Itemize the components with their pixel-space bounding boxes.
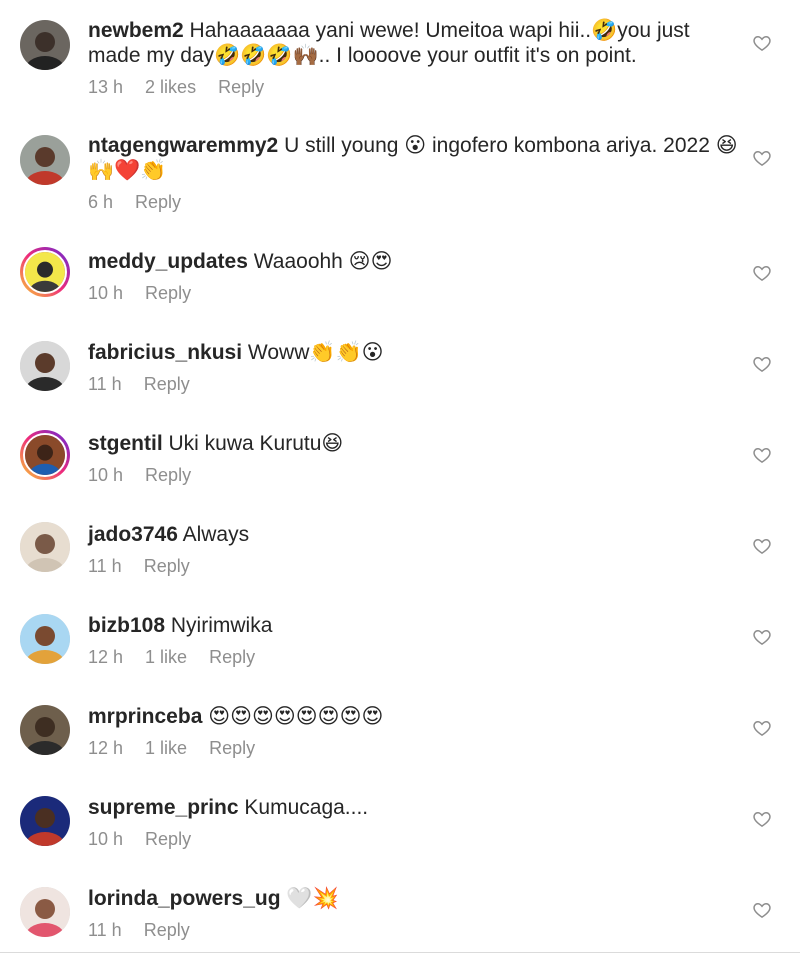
comment-username[interactable]: ntagengwaremmy2 (88, 134, 278, 157)
comment-timestamp: 12 h (88, 738, 124, 758)
comment-text-block: stgentil Uki kuwa Kurutu😆 (88, 431, 738, 456)
comment-username[interactable]: bizb108 (88, 614, 165, 637)
comment-meta: 11 h Reply (88, 556, 212, 577)
comment-timestamp: 10 h (88, 283, 124, 303)
comment-username[interactable]: mrprinceba (88, 705, 202, 728)
avatar[interactable] (20, 887, 70, 937)
comment-username[interactable]: lorinda_powers_ug (88, 887, 281, 910)
heart-outline-icon[interactable] (752, 718, 772, 738)
comment-body: Waaoohh 😢😍 (253, 250, 393, 273)
reply-button[interactable]: Reply (209, 738, 255, 759)
comment-username[interactable]: newbem2 (88, 19, 184, 42)
comment-meta: 6 h Reply (88, 192, 203, 213)
comment-timestamp: 11 h (88, 374, 122, 394)
comment-likes-count[interactable]: 1 like (145, 738, 187, 759)
avatar[interactable] (20, 705, 70, 755)
comment-meta: 10 h Reply (88, 283, 213, 304)
comment-body: Kumucaga.... (244, 796, 369, 819)
reply-button[interactable]: Reply (135, 192, 181, 213)
reply-button[interactable]: Reply (209, 647, 255, 668)
comment-timestamp: 12 h (88, 647, 124, 667)
comment-meta: 13 h 2 likes Reply (88, 77, 286, 98)
comment-meta: 11 h Reply (88, 920, 212, 941)
avatar[interactable] (20, 20, 70, 70)
comment-meta: 11 h Reply (88, 374, 212, 395)
comment-timestamp: 13 h (88, 77, 124, 97)
comment-meta: 10 h Reply (88, 829, 213, 850)
heart-outline-icon[interactable] (752, 627, 772, 647)
comment-text-block: bizb108 Nyirimwika (88, 613, 738, 638)
reply-button[interactable]: Reply (144, 920, 190, 941)
comment-meta: 12 h 1 like Reply (88, 738, 277, 759)
comment-username[interactable]: stgentil (88, 432, 163, 455)
comment-likes-count[interactable]: 2 likes (145, 77, 196, 98)
heart-outline-icon[interactable] (752, 809, 772, 829)
comment-body: Woww👏👏😮 (247, 341, 384, 364)
comment-timestamp: 10 h (88, 465, 124, 485)
comment-username[interactable]: fabricius_nkusi (88, 341, 242, 364)
comment-username[interactable]: meddy_updates (88, 250, 248, 273)
avatar[interactable] (20, 247, 70, 297)
reply-button[interactable]: Reply (145, 829, 191, 850)
heart-outline-icon[interactable] (752, 445, 772, 465)
heart-outline-icon[interactable] (752, 148, 772, 168)
comment-body: Uki kuwa Kurutu😆 (168, 432, 344, 455)
comments-list: newbem2 Hahaaaaaaa yani wewe! Umeitoa wa… (0, 0, 800, 965)
comment-text-block: fabricius_nkusi Woww👏👏😮 (88, 340, 738, 365)
reply-button[interactable]: Reply (144, 556, 190, 577)
comment-text-block: ntagengwaremmy2 U still young 😮 ingofero… (88, 133, 738, 183)
heart-outline-icon[interactable] (752, 536, 772, 556)
comment-text-block: jado3746 Always (88, 522, 738, 547)
comment-body: 🤍💥 (286, 887, 339, 910)
comment-timestamp: 11 h (88, 920, 122, 940)
reply-button[interactable]: Reply (218, 77, 264, 98)
comment-username[interactable]: supreme_princ (88, 796, 239, 819)
comment-meta: 12 h 1 like Reply (88, 647, 277, 668)
avatar[interactable] (20, 135, 70, 185)
heart-outline-icon[interactable] (752, 900, 772, 920)
avatar[interactable] (20, 614, 70, 664)
comment-body: Nyirimwika (170, 614, 273, 637)
avatar[interactable] (20, 522, 70, 572)
divider (0, 952, 800, 953)
reply-button[interactable]: Reply (145, 283, 191, 304)
comment-likes-count[interactable]: 1 like (145, 647, 187, 668)
comment-meta: 10 h Reply (88, 465, 213, 486)
reply-button[interactable]: Reply (145, 465, 191, 486)
avatar[interactable] (20, 430, 70, 480)
comment-text-block: meddy_updates Waaoohh 😢😍 (88, 249, 738, 274)
heart-outline-icon[interactable] (752, 263, 772, 283)
comment-body: 😍😍😍😍😍😍😍😍 (208, 705, 384, 728)
avatar[interactable] (20, 341, 70, 391)
comment-timestamp: 6 h (88, 192, 114, 212)
heart-outline-icon[interactable] (752, 354, 772, 374)
comment-body: Always (182, 523, 250, 546)
comment-text-block: mrprinceba 😍😍😍😍😍😍😍😍 (88, 704, 738, 729)
comment-timestamp: 10 h (88, 829, 124, 849)
heart-outline-icon[interactable] (752, 33, 772, 53)
comment-username[interactable]: jado3746 (88, 523, 178, 546)
avatar[interactable] (20, 796, 70, 846)
comment-text-block: lorinda_powers_ug 🤍💥 (88, 886, 738, 911)
comment-timestamp: 11 h (88, 556, 122, 576)
comment-text-block: supreme_princ Kumucaga.... (88, 795, 738, 820)
reply-button[interactable]: Reply (144, 374, 190, 395)
comment-text-block: newbem2 Hahaaaaaaa yani wewe! Umeitoa wa… (88, 18, 738, 68)
